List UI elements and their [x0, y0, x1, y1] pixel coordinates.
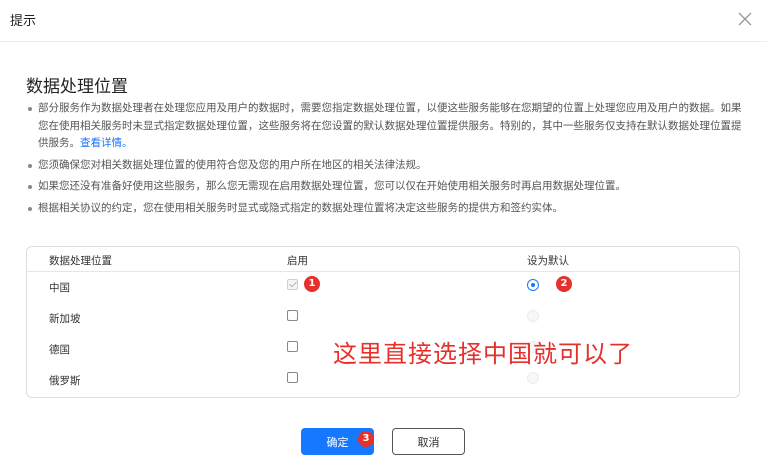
- enable-checkbox-singapore[interactable]: [287, 310, 298, 321]
- close-icon[interactable]: [733, 7, 757, 31]
- annotation-badge-3: 3: [358, 431, 374, 447]
- note-item: 部分服务作为数据处理者在处理您应用及用户的数据时，需要您指定数据处理位置，以便这…: [26, 100, 742, 153]
- column-header-location: 数据处理位置: [49, 255, 112, 267]
- note-text: 如果您还没有准备好使用这些服务，那么您无需现在启用数据处理位置，您可以仅在开始使…: [38, 180, 626, 192]
- note-text: 根据相关协议的约定，您在使用相关服务时显式或隐式指定的数据处理位置将决定这些服务…: [38, 201, 563, 214]
- table-header-row: 数据处理位置 启用 设为默认: [27, 247, 739, 272]
- notes-list: 部分服务作为数据处理者在处理您应用及用户的数据时，需要您指定数据处理位置，以便这…: [26, 100, 742, 221]
- dialog-header: 提示: [0, 0, 767, 42]
- note-item: 您须确保您对相关数据处理位置的使用符合您及您的用户所在地区的相关法律法规。: [26, 157, 742, 175]
- location-name: 德国: [49, 344, 70, 356]
- location-name: 中国: [49, 282, 70, 294]
- cancel-button-label: 取消: [417, 435, 440, 449]
- note-item: 根据相关协议的约定，您在使用相关服务时显式或隐式指定的数据处理位置将决定这些服务…: [26, 200, 742, 218]
- note-text: 您须确保您对相关数据处理位置的使用符合您及您的用户所在地区的相关法律法规。: [38, 158, 427, 171]
- cancel-button[interactable]: 取消: [392, 428, 465, 455]
- location-name: 新加坡: [49, 313, 81, 325]
- annotation-text: 这里直接选择中国就可以了: [333, 340, 633, 368]
- note-item: 如果您还没有准备好使用这些服务，那么您无需现在启用数据处理位置，您可以仅在开始使…: [26, 178, 742, 196]
- dialog-title: 提示: [10, 14, 37, 29]
- enable-checkbox-china[interactable]: [287, 279, 298, 290]
- column-header-enable: 启用: [287, 255, 308, 267]
- view-details-link[interactable]: 查看详情。: [80, 137, 133, 149]
- location-table: 数据处理位置 启用 设为默认 中国 新加坡 德国 俄罗斯: [26, 246, 740, 398]
- default-radio-russia[interactable]: [527, 372, 539, 384]
- table-row: 新加坡: [27, 302, 739, 332]
- note-text: 部分服务作为数据处理者在处理您应用及用户的数据时，需要您指定数据处理位置，以便这…: [38, 102, 742, 149]
- annotation-badge-1: 1: [304, 276, 320, 292]
- location-name: 俄罗斯: [49, 375, 81, 387]
- enable-checkbox-germany[interactable]: [287, 341, 298, 352]
- confirm-button-label: 确定: [326, 435, 349, 449]
- table-row: 中国: [27, 271, 739, 301]
- annotation-badge-2: 2: [556, 276, 572, 292]
- section-title: 数据处理位置: [26, 77, 128, 97]
- default-radio-singapore[interactable]: [527, 310, 539, 322]
- default-radio-china[interactable]: [527, 279, 539, 291]
- column-header-default: 设为默认: [527, 255, 569, 267]
- enable-checkbox-russia[interactable]: [287, 372, 298, 383]
